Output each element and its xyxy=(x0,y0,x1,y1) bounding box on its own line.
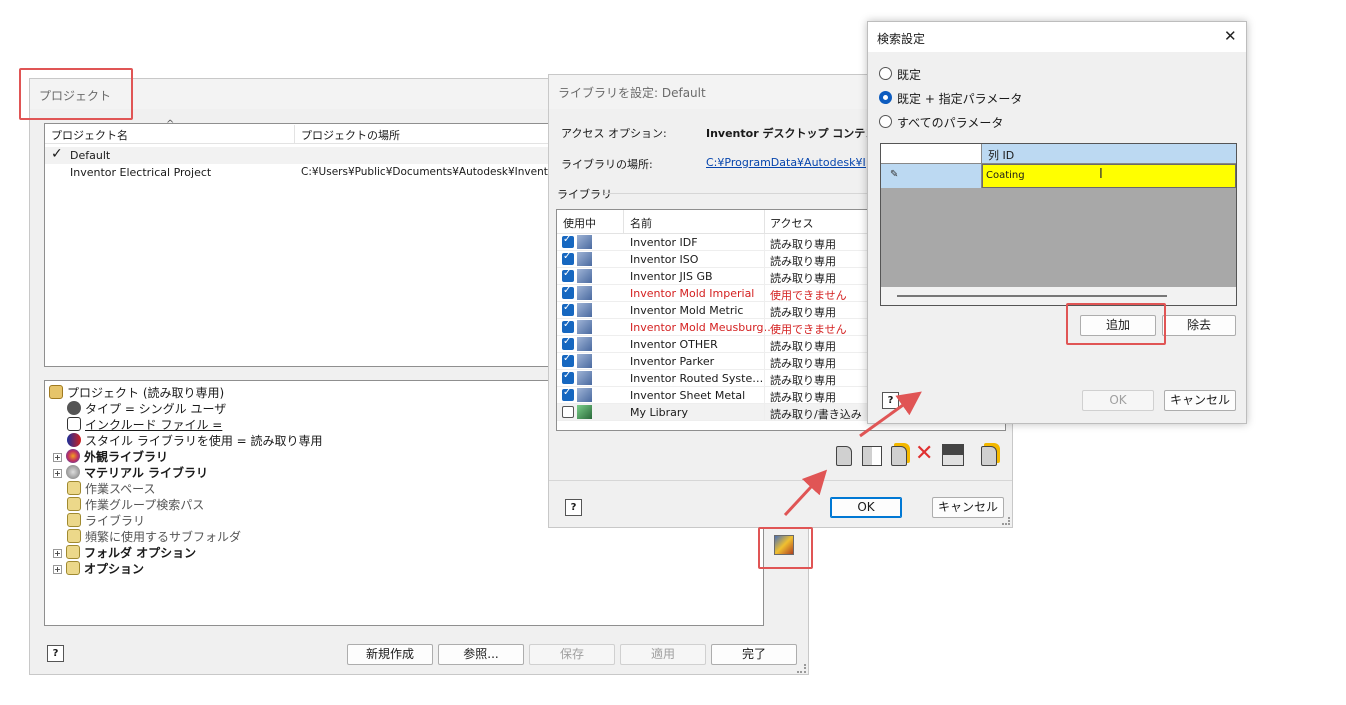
arrow-to-library-toolbar xyxy=(783,469,828,517)
annotation-arrows xyxy=(783,391,922,517)
arrow-to-search-dialog xyxy=(859,391,922,438)
